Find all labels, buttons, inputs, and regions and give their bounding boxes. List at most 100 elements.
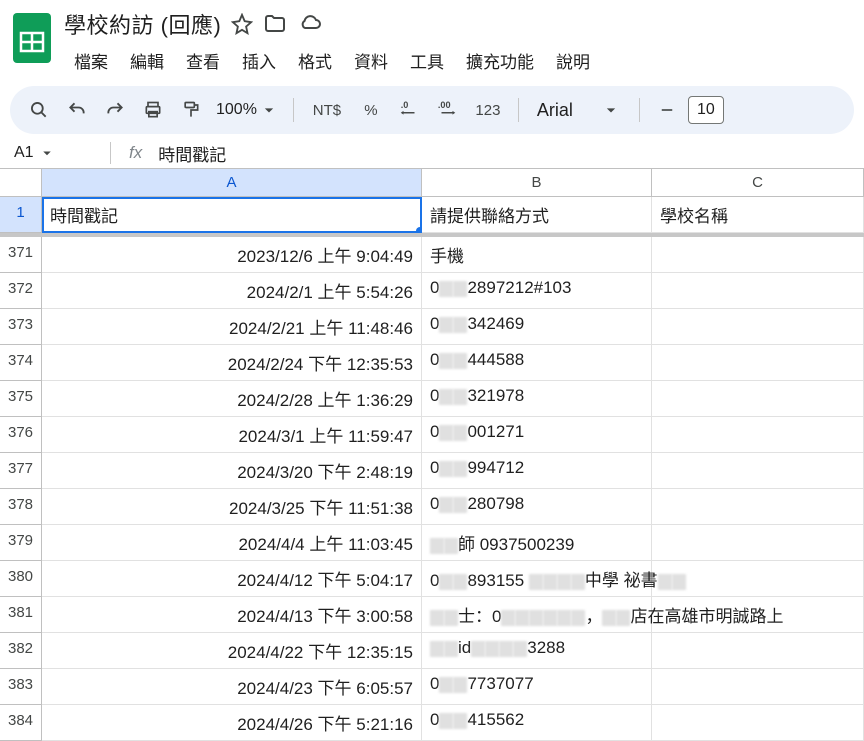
cell[interactable]: 2024/4/22 下午 12:35:15 (42, 633, 422, 669)
number-format-button[interactable]: 123 (468, 93, 508, 127)
row-header[interactable]: 379 (0, 525, 42, 561)
menu-tools[interactable]: 工具 (400, 44, 454, 77)
cell[interactable] (652, 417, 864, 453)
cell[interactable]: id3288 (422, 633, 652, 669)
fx-icon: fx (129, 143, 142, 163)
cell[interactable]: 2024/4/13 下午 3:00:58 (42, 597, 422, 633)
cell[interactable]: 0444588 (422, 345, 652, 381)
row-header[interactable]: 383 (0, 669, 42, 705)
cell[interactable]: 師 0937500239 (422, 525, 652, 561)
row-header[interactable]: 375 (0, 381, 42, 417)
cell[interactable]: 2024/2/21 上午 11:48:46 (42, 309, 422, 345)
column-header-c[interactable]: C (652, 169, 864, 197)
cell[interactable]: 0415562 (422, 705, 652, 741)
row-header[interactable]: 377 (0, 453, 42, 489)
cell[interactable]: 手機 (422, 237, 652, 273)
menu-help[interactable]: 說明 (546, 44, 600, 77)
cell[interactable] (652, 381, 864, 417)
menu-insert[interactable]: 插入 (232, 44, 286, 77)
cell[interactable] (652, 345, 864, 381)
undo-icon[interactable] (60, 93, 94, 127)
cell[interactable] (652, 453, 864, 489)
table-row: 3712023/12/6 上午 9:04:49手機 (0, 237, 864, 273)
row-header[interactable]: 382 (0, 633, 42, 669)
menu-edit[interactable]: 編輯 (120, 44, 174, 77)
redo-icon[interactable] (98, 93, 132, 127)
name-box[interactable]: A1 (6, 144, 102, 162)
search-icon[interactable] (22, 93, 56, 127)
cell[interactable]: 2024/3/25 下午 11:51:38 (42, 489, 422, 525)
chevron-down-icon (38, 144, 56, 162)
cell[interactable]: 0994712 (422, 453, 652, 489)
menu-file[interactable]: 檔案 (64, 44, 118, 77)
spreadsheet-grid[interactable]: A B C 1 時間戳記 請提供聯絡方式 學校名稱 3712023/12/6 上… (0, 168, 864, 741)
row-header[interactable]: 380 (0, 561, 42, 597)
cell[interactable]: 0280798 (422, 489, 652, 525)
percent-format-button[interactable]: % (354, 93, 388, 127)
row-header[interactable]: 381 (0, 597, 42, 633)
cell[interactable]: 0893155 中學 祕書 (422, 561, 652, 597)
cell[interactable]: 2024/4/4 上午 11:03:45 (42, 525, 422, 561)
chevron-down-icon (259, 100, 279, 120)
menu-view[interactable]: 查看 (176, 44, 230, 77)
row-header[interactable]: 372 (0, 273, 42, 309)
cell[interactable]: 0321978 (422, 381, 652, 417)
column-header-a[interactable]: A (42, 169, 422, 197)
cell[interactable]: 0342469 (422, 309, 652, 345)
cell-b1[interactable]: 請提供聯絡方式 (422, 197, 652, 233)
cell[interactable]: 2024/3/1 上午 11:59:47 (42, 417, 422, 453)
cell[interactable] (652, 489, 864, 525)
table-row: 3772024/3/20 下午 2:48:190994712 (0, 453, 864, 489)
row-header[interactable]: 1 (0, 197, 42, 233)
cell[interactable] (652, 309, 864, 345)
cell[interactable] (652, 705, 864, 741)
cell-a1[interactable]: 時間戳記 (42, 197, 422, 233)
cell[interactable]: 02897212#103 (422, 273, 652, 309)
zoom-dropdown[interactable]: 100% (212, 100, 283, 120)
font-size-input[interactable]: 10 (688, 96, 724, 124)
column-header-b[interactable]: B (422, 169, 652, 197)
cell-c1[interactable]: 學校名稱 (652, 197, 864, 233)
menu-data[interactable]: 資料 (344, 44, 398, 77)
increase-decimal-button[interactable]: .00 (430, 93, 464, 127)
print-icon[interactable] (136, 93, 170, 127)
row-header[interactable]: 376 (0, 417, 42, 453)
cell[interactable]: 2024/4/26 下午 5:21:16 (42, 705, 422, 741)
cell[interactable]: 士：0，店在高雄市明誠路上 (422, 597, 652, 633)
star-icon[interactable] (231, 13, 253, 35)
cell[interactable]: 2023/12/6 上午 9:04:49 (42, 237, 422, 273)
cell[interactable]: 2024/2/24 下午 12:35:53 (42, 345, 422, 381)
cloud-icon[interactable] (297, 12, 323, 36)
menu-extensions[interactable]: 擴充功能 (456, 44, 544, 77)
row-header[interactable]: 371 (0, 237, 42, 273)
cell[interactable]: 2024/3/20 下午 2:48:19 (42, 453, 422, 489)
formula-input[interactable]: 時間戳記 (158, 141, 226, 166)
table-row: 3722024/2/1 上午 5:54:2602897212#103 (0, 273, 864, 309)
cell[interactable]: 2024/4/23 下午 6:05:57 (42, 669, 422, 705)
cell[interactable]: 07737077 (422, 669, 652, 705)
cell[interactable]: 0001271 (422, 417, 652, 453)
table-row: 3742024/2/24 下午 12:35:530444588 (0, 345, 864, 381)
row-header[interactable]: 378 (0, 489, 42, 525)
menu-format[interactable]: 格式 (288, 44, 342, 77)
cell[interactable] (652, 633, 864, 669)
decrease-font-button[interactable] (650, 93, 684, 127)
cell[interactable]: 2024/4/12 下午 5:04:17 (42, 561, 422, 597)
sheets-logo[interactable] (12, 12, 52, 64)
font-dropdown[interactable]: Arial (529, 100, 629, 121)
cell[interactable] (652, 273, 864, 309)
cell[interactable] (652, 237, 864, 273)
cell[interactable]: 2024/2/1 上午 5:54:26 (42, 273, 422, 309)
select-all-cell[interactable] (0, 169, 42, 197)
document-title[interactable]: 學校約訪 (回應) (64, 8, 221, 40)
row-header[interactable]: 374 (0, 345, 42, 381)
row-header[interactable]: 384 (0, 705, 42, 741)
cell[interactable] (652, 525, 864, 561)
row-header[interactable]: 373 (0, 309, 42, 345)
folder-icon[interactable] (263, 12, 287, 36)
cell[interactable] (652, 669, 864, 705)
paint-format-icon[interactable] (174, 93, 208, 127)
currency-format-button[interactable]: NT$ (304, 93, 350, 127)
cell[interactable]: 2024/2/28 上午 1:36:29 (42, 381, 422, 417)
decrease-decimal-button[interactable]: .0 (392, 93, 426, 127)
